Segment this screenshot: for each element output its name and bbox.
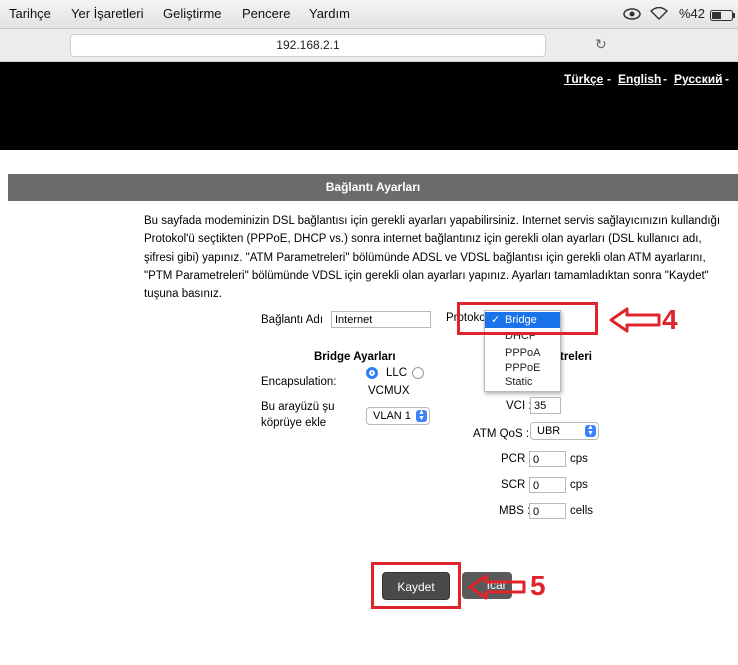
menu-help[interactable]: Yardım <box>309 6 350 21</box>
protocol-option-static[interactable]: Static <box>485 375 560 389</box>
pcr-input[interactable]: 0 <box>529 451 566 467</box>
annotation-highlight-save <box>371 562 461 609</box>
battery-percent: %42 <box>679 6 706 21</box>
bridge-iface-label-1: Bu arayüzü şu <box>261 401 335 413</box>
browser-toolbar: 192.168.2.1 ↻ <box>0 29 738 62</box>
encap-vcmux-label: VCMUX <box>368 385 410 397</box>
cloud-icon[interactable] <box>622 6 642 23</box>
annotation-step-4: 4 <box>662 304 678 335</box>
page-title: Bağlantı Ayarları <box>325 180 421 194</box>
atm-qos-select[interactable]: UBR ▲ ▼ <box>530 422 599 440</box>
mbs-label: MBS : <box>499 505 531 517</box>
bridge-iface-label-2: köprüye ekle <box>261 417 327 429</box>
menu-bookmarks[interactable]: Yer İşaretleri <box>71 6 144 21</box>
protocol-option-pppoe[interactable]: PPPoE <box>485 361 560 375</box>
chevron-updown-icon: ▲ ▼ <box>416 409 427 422</box>
scr-unit: cps <box>570 479 588 491</box>
arrow-left-icon <box>468 574 526 600</box>
connection-name-input[interactable]: Internet <box>331 311 431 328</box>
menu-bar: Tarihçe Yer İşaretleri Geliştirme Pencer… <box>0 0 738 29</box>
lang-separator: - <box>663 72 667 86</box>
chevron-updown-icon: ▲ ▼ <box>585 424 596 437</box>
connection-name-label: Bağlantı Adı <box>261 314 324 326</box>
scr-input[interactable]: 0 <box>529 477 566 493</box>
bridge-section-title: Bridge Ayarları <box>314 351 396 363</box>
vlan-value: VLAN 1 <box>373 410 411 422</box>
lang-separator: - <box>725 72 729 86</box>
encap-llc-label: LLC <box>386 367 408 379</box>
lang-separator: - <box>607 72 611 86</box>
atm-section-title: treleri <box>560 351 592 363</box>
address-bar[interactable]: 192.168.2.1 ↻ <box>70 34 607 57</box>
scr-label: SCR : <box>501 479 532 491</box>
pcr-unit: cps <box>570 453 588 465</box>
encap-llc-radio[interactable] <box>366 367 378 379</box>
annotation-step-5: 5 <box>530 570 546 601</box>
vlan-select[interactable]: VLAN 1 ▲ ▼ <box>366 407 430 425</box>
lang-russian-link[interactable]: Русский <box>674 72 723 86</box>
router-header: Türkçe - English - Русский - <box>0 62 738 150</box>
arrow-left-icon <box>609 307 661 333</box>
vci-input[interactable]: 35 <box>530 397 561 414</box>
menu-history[interactable]: Tarihçe <box>9 6 51 21</box>
battery-icon[interactable] <box>710 9 736 24</box>
menu-develop[interactable]: Geliştirme <box>163 6 222 21</box>
section-titlebar: Bağlantı Ayarları <box>8 174 738 201</box>
wifi-icon[interactable] <box>649 6 669 23</box>
mbs-unit: cells <box>570 505 594 517</box>
pcr-label: PCR : <box>501 453 532 465</box>
page-description: Bu sayfada modeminizin DSL bağlantısı iç… <box>144 215 721 301</box>
menu-window[interactable]: Pencere <box>242 6 290 21</box>
encap-vcmux-radio[interactable] <box>412 367 424 379</box>
url-text: 192.168.2.1 <box>276 38 340 52</box>
atm-qos-value: UBR <box>537 425 561 437</box>
encapsulation-label: Encapsulation: <box>261 376 337 388</box>
annotation-highlight-protocol <box>457 302 598 335</box>
atm-qos-label: ATM QoS : <box>473 428 530 440</box>
lang-turkish-link[interactable]: Türkçe <box>564 72 603 86</box>
reload-icon[interactable]: ↻ <box>595 36 607 53</box>
mbs-input[interactable]: 0 <box>529 503 566 519</box>
vci-label: VCI : <box>506 400 532 412</box>
protocol-option-pppoa[interactable]: PPPoA <box>485 346 560 360</box>
lang-english-link[interactable]: English <box>618 72 661 86</box>
